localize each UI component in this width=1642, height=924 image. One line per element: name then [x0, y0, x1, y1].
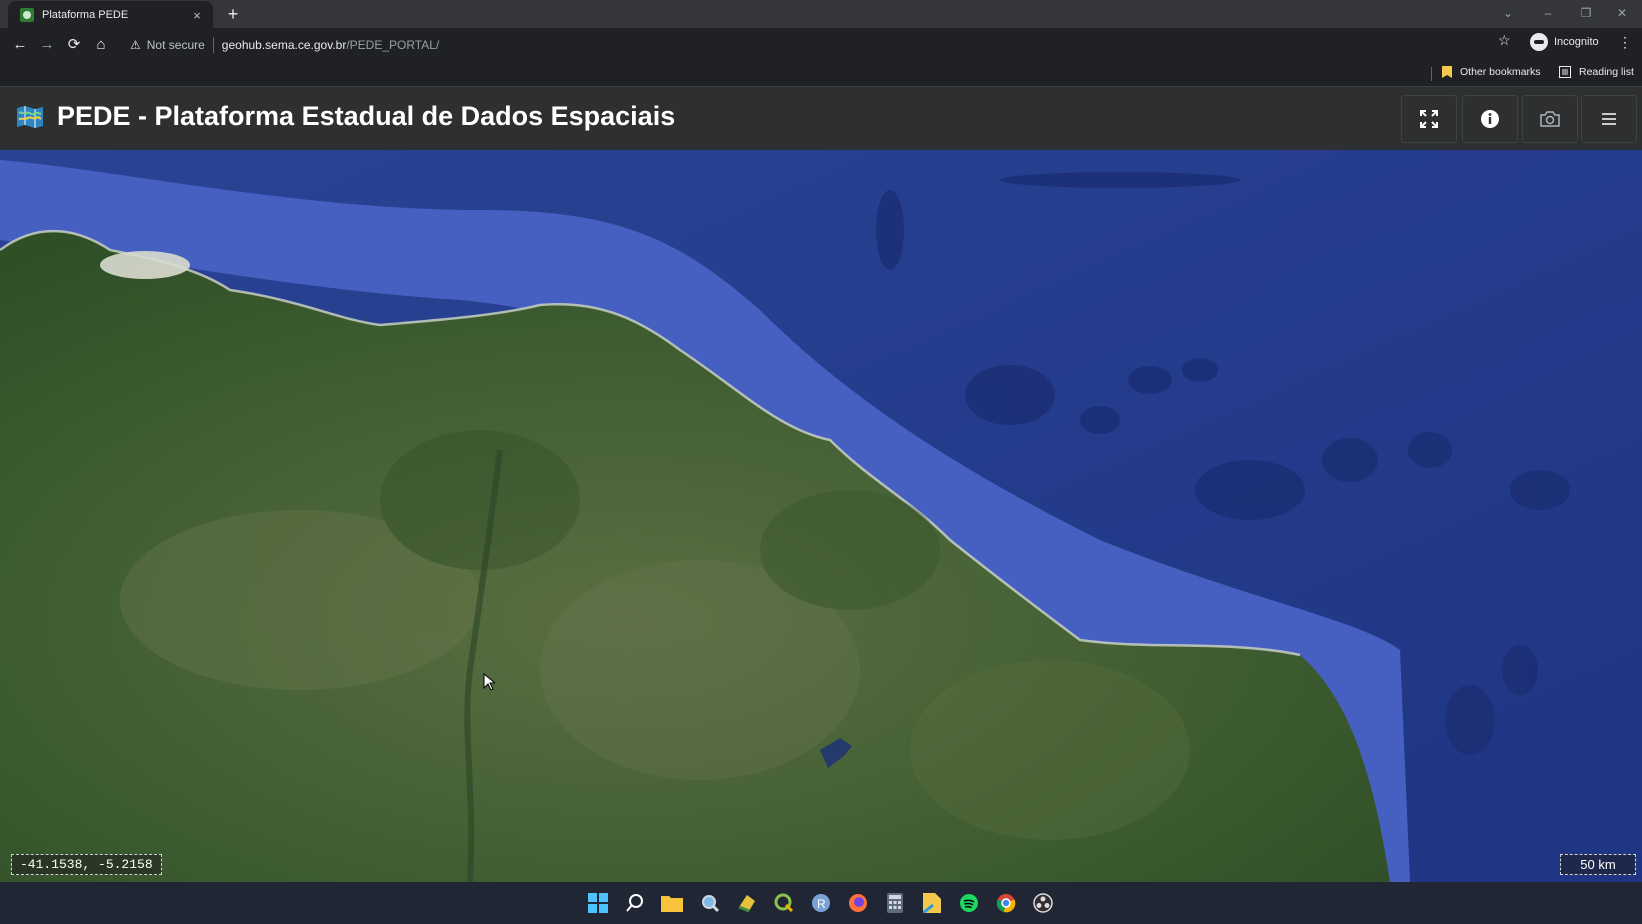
minimize-icon[interactable]: –	[1528, 0, 1568, 28]
home-icon[interactable]: ⌂	[89, 33, 113, 57]
bookmark-folder-icon	[1442, 66, 1452, 78]
browser-menu-icon[interactable]: ⋮	[1618, 34, 1632, 51]
mouse-cursor-icon	[483, 673, 495, 691]
bookmarks-bar: Other bookmarks Reading list	[0, 62, 1642, 87]
tab-title: Plataforma PEDE	[42, 9, 129, 21]
svg-text:R: R	[817, 897, 826, 911]
windows-start-icon[interactable]	[585, 890, 611, 916]
spotify-icon[interactable]	[956, 890, 982, 916]
address-bar[interactable]: ⚠ Not secure geohub.sema.ce.gov.br/PEDE_…	[124, 31, 1516, 59]
screenshot-button[interactable]	[1522, 95, 1578, 143]
divider	[212, 37, 214, 53]
forward-icon[interactable]: →	[35, 33, 59, 57]
map-book-logo-icon	[17, 106, 43, 128]
back-icon[interactable]: ←	[8, 33, 32, 57]
search-icon[interactable]	[622, 890, 648, 916]
tab-strip: Plataforma PEDE × + ⌄ – ❐ ✕	[0, 0, 1642, 29]
security-label: Not secure	[146, 38, 205, 52]
chrome-icon[interactable]	[993, 890, 1019, 916]
incognito-indicator[interactable]: Incognito	[1530, 33, 1599, 51]
browser-tab[interactable]: Plataforma PEDE ×	[8, 1, 213, 29]
info-button[interactable]	[1462, 95, 1518, 143]
site-favicon-icon	[20, 8, 34, 22]
fullscreen-button[interactable]	[1401, 95, 1457, 143]
obs-icon[interactable]	[1030, 890, 1056, 916]
coordinate-readout: -41.1538, -5.2158	[11, 854, 162, 875]
reading-list[interactable]: Reading list	[1559, 66, 1634, 78]
url-path: /PEDE_PORTAL/	[346, 38, 440, 52]
magnifier-icon[interactable]	[697, 890, 723, 916]
browser-toolbar: ← → ⟳ ⌂ ⚠ Not secure geohub.sema.ce.gov.…	[0, 28, 1642, 62]
windows-taskbar: R	[0, 882, 1642, 924]
reading-list-icon	[1559, 66, 1571, 78]
menu-button[interactable]	[1581, 95, 1637, 143]
new-tab-button[interactable]: +	[222, 3, 244, 25]
close-window-icon[interactable]: ✕	[1602, 0, 1642, 28]
tab-search-icon[interactable]: ⌄	[1488, 0, 1528, 28]
incognito-label: Incognito	[1554, 36, 1599, 48]
other-bookmarks-label: Other bookmarks	[1460, 66, 1541, 78]
satellite-imagery	[0, 150, 1642, 882]
app-header: PEDE - Plataforma Estadual de Dados Espa…	[0, 87, 1642, 150]
file-explorer-icon[interactable]	[659, 890, 685, 916]
warning-icon: ⚠	[130, 38, 141, 52]
incognito-icon	[1530, 33, 1548, 51]
bookmark-star-icon[interactable]: ☆	[1498, 32, 1511, 49]
r-icon[interactable]: R	[808, 890, 834, 916]
url-host: geohub.sema.ce.gov.br	[221, 38, 347, 52]
fullscreen-icon	[1420, 110, 1438, 128]
restore-icon[interactable]: ❐	[1566, 0, 1606, 28]
geo-app-icon[interactable]	[734, 890, 760, 916]
scale-bar: 50 km	[1560, 854, 1636, 875]
reading-list-label: Reading list	[1579, 66, 1634, 78]
other-bookmarks[interactable]: Other bookmarks	[1442, 66, 1541, 78]
page-title: PEDE - Plataforma Estadual de Dados Espa…	[57, 101, 676, 131]
camera-icon	[1540, 111, 1560, 127]
menu-icon	[1602, 113, 1616, 125]
map-viewport[interactable]	[0, 150, 1642, 882]
info-icon	[1481, 110, 1499, 128]
firefox-icon[interactable]	[845, 890, 871, 916]
divider	[1431, 67, 1432, 81]
close-tab-icon[interactable]: ×	[189, 8, 205, 23]
qgis-icon[interactable]	[771, 890, 797, 916]
reload-icon[interactable]: ⟳	[62, 33, 86, 57]
notes-icon[interactable]	[919, 890, 945, 916]
calculator-icon[interactable]	[882, 890, 908, 916]
